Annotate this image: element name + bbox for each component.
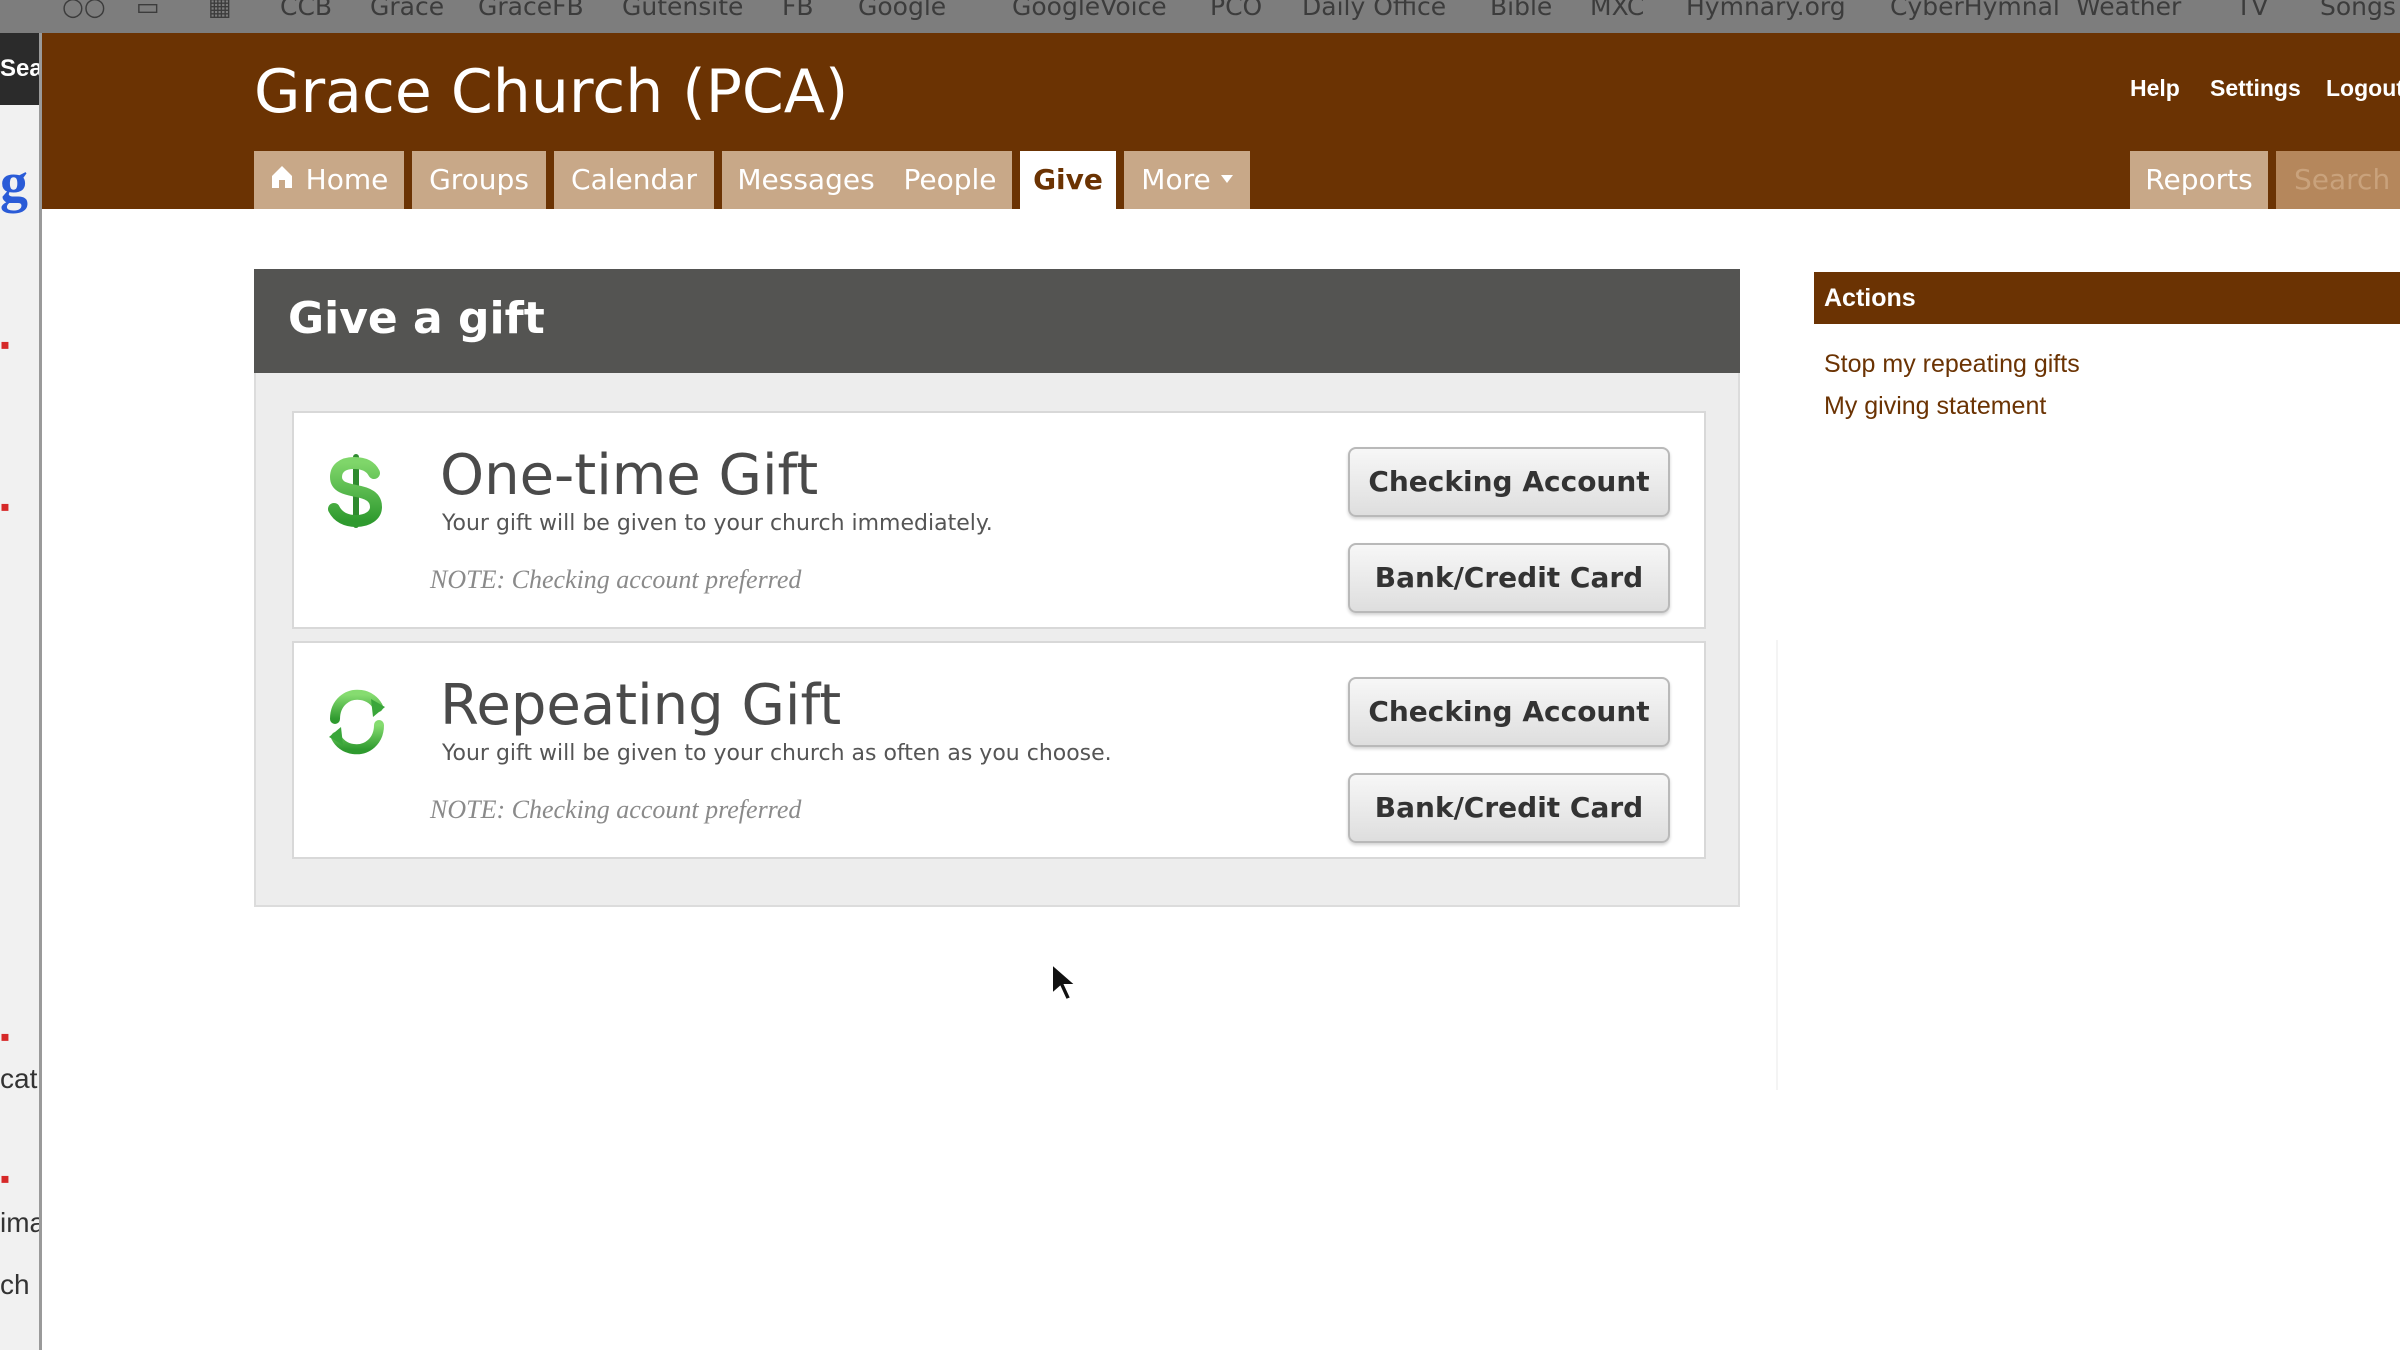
tab-more-label: More [1141,163,1211,196]
bookmarks-bar: ○○ ▭ ▦ CCB Grace GraceFB Gutensite FB Go… [0,0,2400,33]
tab-messages[interactable]: Messages [722,151,890,209]
sidebar-search-label: Sea [0,33,39,105]
repeat-icon [329,689,385,755]
bookmark-item[interactable]: GoogleVoice [1012,0,1167,21]
tab-give[interactable]: Give [1020,151,1116,209]
reader-icon[interactable]: ○○ [62,0,106,21]
one-time-checking-account-button[interactable]: Checking Account [1348,447,1670,517]
left-sidebar: Sea g ▪ ▪ ▪ cat ▪ ima ch [0,33,42,1350]
tab-calendar[interactable]: Calendar [554,151,714,209]
tab-home-label: Home [305,163,389,196]
tab-people[interactable]: People [888,151,1012,209]
grid-icon[interactable]: ▦ [208,0,232,21]
tab-home[interactable]: Home [254,151,404,209]
actions-title: Actions [1824,284,1916,312]
bookmark-item[interactable]: CCB [280,0,332,21]
bookmark-item[interactable]: Gutensite [622,0,743,21]
tab-groups[interactable]: Groups [412,151,546,209]
bookmark-item[interactable]: MXC [1590,0,1644,21]
repeating-bank-credit-card-button[interactable]: Bank/Credit Card [1348,773,1670,843]
sidebar-marker: ▪ [0,1021,10,1052]
mouse-cursor-icon [1051,962,1079,1002]
gift-description: Your gift will be given to your church i… [442,511,993,536]
bookmark-item[interactable]: Google [858,0,946,21]
giving-statement-link[interactable]: My giving statement [1824,392,2046,421]
bookmark-item[interactable]: Grace [370,0,444,21]
panel-title: Give a gift [288,293,545,344]
bookmark-item[interactable]: Bible [1490,0,1552,21]
site-title[interactable]: Grace Church (PCA) [254,57,848,127]
sidebar-marker: ▪ [0,1163,10,1194]
reports-button[interactable]: Reports [2130,151,2268,209]
sidebar-fragment[interactable]: ima [0,1207,39,1239]
site-header: Grace Church (PCA) Help Settings Logout … [42,33,2400,209]
bookmark-item[interactable]: Daily Office [1302,0,1446,21]
one-time-gift-card: One-time Gift Your gift will be given to… [292,411,1706,629]
give-panel-header: Give a gift [254,269,1740,373]
search-input[interactable]: Search [2276,151,2400,209]
gift-note: NOTE: Checking account preferred [430,795,802,824]
repeating-checking-account-button[interactable]: Checking Account [1348,677,1670,747]
bookmark-item[interactable]: TV [2236,0,2268,21]
dollar-icon [328,454,383,528]
bookmark-item[interactable]: Hymnary.org [1686,0,1846,21]
help-link[interactable]: Help [2130,75,2180,102]
book-icon[interactable]: ▭ [136,0,160,21]
page: ○○ ▭ ▦ CCB Grace GraceFB Gutensite FB Go… [0,0,2400,1350]
bookmark-item[interactable]: Weather [2076,0,2181,21]
chevron-down-icon [1220,175,1233,183]
home-icon [271,166,292,188]
sidebar-fragment[interactable]: ch [0,1269,30,1301]
column-divider [1776,640,1778,1090]
bookmark-item[interactable]: Songs [2320,0,2396,21]
bookmark-item[interactable]: FB [782,0,814,21]
sidebar-fragment[interactable]: cat [0,1063,37,1095]
settings-link[interactable]: Settings [2210,75,2301,102]
bookmark-item[interactable]: GraceFB [478,0,584,21]
bookmark-item[interactable]: CyberHymnal [1890,0,2060,21]
one-time-bank-credit-card-button[interactable]: Bank/Credit Card [1348,543,1670,613]
google-logo-fragment: g [0,152,28,214]
sidebar-marker: ▪ [0,491,10,522]
logout-link[interactable]: Logout [2326,75,2400,102]
bookmark-item[interactable]: PCO [1210,0,1262,21]
gift-description: Your gift will be given to your church a… [442,741,1112,766]
stop-repeating-gifts-link[interactable]: Stop my repeating gifts [1824,350,2080,379]
gift-title: One-time Gift [440,443,819,508]
repeating-gift-card: Repeating Gift Your gift will be given t… [292,641,1706,859]
tab-more[interactable]: More [1124,151,1250,209]
actions-header: Actions [1814,272,2400,324]
give-panel-body: One-time Gift Your gift will be given to… [254,373,1740,907]
sidebar-marker: ▪ [0,329,10,360]
gift-title: Repeating Gift [440,673,842,738]
gift-note: NOTE: Checking account preferred [430,565,802,594]
